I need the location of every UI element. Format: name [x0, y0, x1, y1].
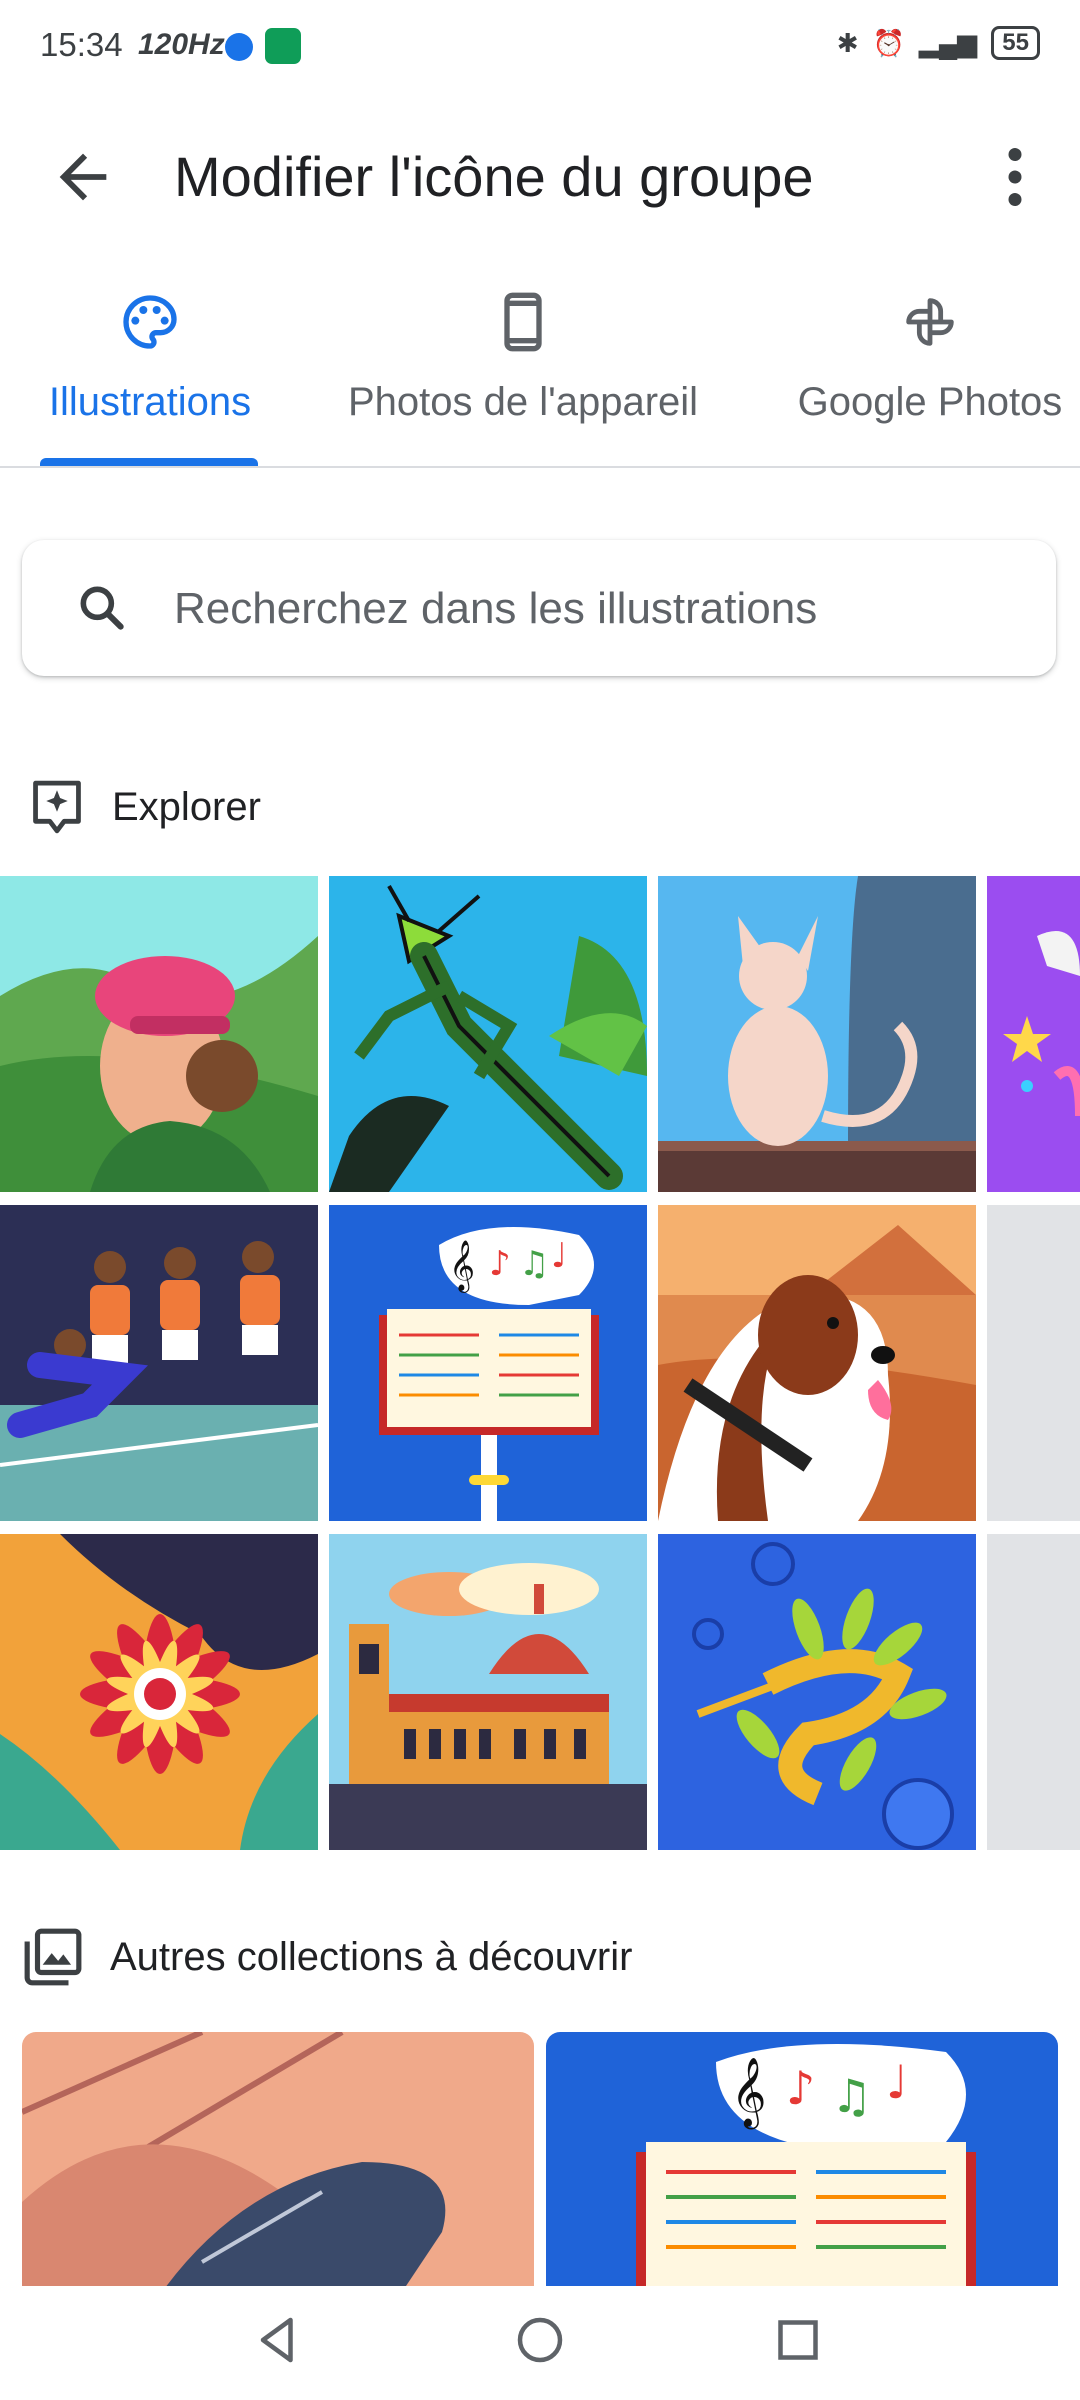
- palette-icon: [123, 295, 177, 349]
- illustration-music-book[interactable]: 𝄞 ♪ ♫ ♩: [329, 1205, 647, 1521]
- svg-text:♩: ♩: [886, 2055, 908, 2109]
- svg-text:♫: ♫: [519, 1244, 549, 1284]
- alarm-icon: ⏰: [872, 27, 905, 58]
- photo-library-icon: [24, 1928, 82, 1986]
- explore-title: Explorer: [112, 784, 261, 829]
- messenger-icon: [225, 33, 253, 61]
- nav-back-icon[interactable]: [248, 2310, 308, 2370]
- phone-icon: [504, 292, 542, 352]
- status-icons: ✱ ⏰ ▂▄▆ 55: [837, 26, 1040, 60]
- collection-card-music[interactable]: 𝄞 ♪ ♫ ♩: [546, 2032, 1058, 2292]
- nav-home-icon[interactable]: [510, 2310, 570, 2370]
- back-arrow-icon[interactable]: [48, 142, 118, 212]
- tab-illustrations[interactable]: Illustrations: [30, 258, 270, 466]
- tab-label: Illustrations: [48, 380, 252, 424]
- illustration-kabaddi-players[interactable]: [0, 1205, 318, 1521]
- collections-title: Autres collections à découvrir: [110, 1934, 633, 1979]
- tab-bar: Illustrations Photos de l'appareil Googl…: [0, 258, 1080, 468]
- collections-header: Autres collections à découvrir: [22, 1922, 632, 1992]
- svg-text:♪: ♪: [786, 2061, 815, 2115]
- collection-card-shoes[interactable]: [22, 2032, 534, 2292]
- illustration-praying-mantis[interactable]: [329, 876, 647, 1192]
- tab-google-photos[interactable]: Google Photos: [780, 258, 1080, 466]
- svg-text:𝄞: 𝄞: [731, 2057, 766, 2129]
- more-options-icon[interactable]: [985, 142, 1045, 212]
- illustration-purple-partial[interactable]: [987, 876, 1080, 1192]
- tab-device-photos[interactable]: Photos de l'appareil: [318, 258, 728, 466]
- illustration-grid: 𝄞 ♪ ♫ ♩: [0, 876, 1080, 1856]
- illustration-flower[interactable]: [0, 1534, 318, 1850]
- illustration-florence-cathedral[interactable]: [329, 1534, 647, 1850]
- app-bar: Modifier l'icône du groupe: [0, 96, 1080, 258]
- tab-label: Photos de l'appareil: [347, 380, 699, 424]
- tab-label: Google Photos: [797, 380, 1063, 424]
- battery-icon: 55: [991, 26, 1040, 60]
- explore-icon: [33, 780, 81, 834]
- illustration-sphynx-cat[interactable]: [658, 876, 976, 1192]
- illustration-leafy-seadragon[interactable]: [658, 1534, 976, 1850]
- signal-icon: ▂▄▆: [918, 27, 978, 58]
- svg-text:𝄞: 𝄞: [449, 1240, 475, 1293]
- page-title: Modifier l'icône du groupe: [174, 145, 814, 208]
- nav-recents-icon[interactable]: [768, 2310, 828, 2370]
- refresh-rate: 120Hz: [138, 28, 225, 61]
- illustration-saint-bernard-dog[interactable]: [658, 1205, 976, 1521]
- search-icon: [80, 586, 124, 630]
- svg-text:♩: ♩: [551, 1236, 567, 1276]
- status-bar: 15:34 120Hz ✱ ⏰ ▂▄▆ 55: [0, 0, 1080, 96]
- active-tab-indicator: [40, 458, 258, 466]
- explore-header: Explorer: [28, 772, 261, 842]
- search-bar[interactable]: Recherchez dans les illustrations: [22, 540, 1056, 676]
- illustration-woman-pink-hat[interactable]: [0, 876, 318, 1192]
- download-icon: [265, 28, 301, 64]
- illustration-gray-partial[interactable]: [987, 1205, 1080, 1521]
- illustration-gray-partial-2[interactable]: [987, 1534, 1080, 1850]
- system-nav-bar: [0, 2286, 1080, 2400]
- svg-text:♪: ♪: [489, 1244, 511, 1284]
- pinwheel-icon: [906, 298, 954, 346]
- svg-text:♫: ♫: [831, 2069, 872, 2123]
- status-time: 15:34: [40, 26, 123, 63]
- search-placeholder: Recherchez dans les illustrations: [174, 584, 818, 633]
- bluetooth-icon: ✱: [836, 27, 859, 58]
